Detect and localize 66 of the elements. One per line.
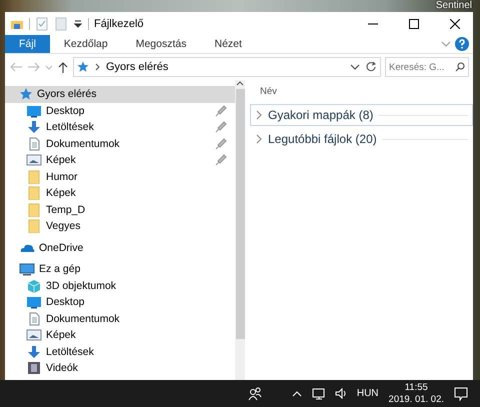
speaker-icon[interactable]	[334, 387, 347, 400]
maximize-icon	[409, 18, 419, 28]
picture-icon	[26, 328, 42, 342]
people-icon[interactable]	[248, 386, 262, 400]
navigation-item[interactable]: 3D objektumok	[5, 278, 235, 294]
navigation-item[interactable]: Képek	[5, 152, 235, 168]
navigation-item[interactable]: Képek	[5, 327, 235, 344]
navigation-item[interactable]: Vegyes	[5, 218, 235, 234]
navigation-item[interactable]: Dokumentumok	[5, 310, 235, 327]
chevron-right-icon	[255, 134, 263, 144]
navigation-item[interactable]: OneDrive	[5, 240, 235, 256]
close-icon	[450, 18, 460, 28]
ribbon-tab[interactable]: Kezdőlap	[50, 35, 122, 53]
clock-time[interactable]: 11:55	[404, 382, 428, 394]
address-field[interactable]: Gyors elérés	[73, 57, 381, 77]
navigation-item[interactable]: Desktop	[5, 294, 235, 310]
window-title: Fájlkezelő	[94, 18, 144, 30]
star-icon	[77, 61, 89, 73]
navigation-item[interactable]: Képek	[5, 185, 235, 202]
down-arrow-icon	[26, 344, 42, 359]
scroll-up-icon	[236, 80, 244, 87]
picture-icon	[26, 153, 42, 168]
dropdown-icon[interactable]	[73, 18, 83, 30]
star-icon	[19, 87, 33, 102]
up-arrow-icon[interactable]	[57, 61, 69, 73]
column-header[interactable]: Név	[250, 84, 473, 104]
navigation-item[interactable]: Letöltések	[5, 119, 235, 136]
navigation-item[interactable]: Humor	[5, 168, 235, 185]
folder-icon	[26, 170, 42, 184]
chevron-right-icon	[255, 110, 263, 120]
desktop-icon-label[interactable]: Sentinel	[436, 0, 472, 11]
navigation-item[interactable]: Desktop	[5, 102, 235, 119]
group-header[interactable]: Gyakori mappák (8)	[250, 104, 473, 126]
ribbon-tab[interactable]: Fájl	[5, 35, 50, 53]
network-icon[interactable]	[312, 387, 325, 400]
folder-icon	[26, 186, 42, 200]
ribbon-tab[interactable]: Nézet	[200, 35, 256, 53]
search-field[interactable]: Keresés: G...	[385, 57, 469, 77]
notification-icon[interactable]	[454, 386, 468, 400]
navigation-item[interactable]: Gyors elérés	[5, 86, 235, 102]
computer-icon	[19, 262, 35, 276]
navigation-item[interactable]: Letöltések	[5, 344, 235, 360]
ribbon-tab[interactable]: Megosztás	[122, 35, 200, 53]
down-arrow-icon	[26, 120, 42, 134]
folder-icon	[26, 202, 42, 217]
scrollbar[interactable]	[235, 80, 245, 380]
navigation-item[interactable]: Temp_D	[5, 202, 235, 218]
language-indicator[interactable]: HUN	[356, 388, 379, 399]
folder-icon	[26, 219, 42, 234]
cube-icon	[26, 278, 42, 293]
clock-date[interactable]: 2019. 01. 02.	[388, 394, 444, 406]
address-path: Gyors elérés	[106, 61, 170, 73]
chevron-up-icon[interactable]	[292, 388, 302, 398]
chevron-right-icon	[94, 62, 101, 72]
film-icon	[26, 361, 42, 376]
search-icon	[455, 62, 465, 72]
monitor-icon	[26, 104, 42, 118]
chevron-down-icon[interactable]	[350, 62, 360, 72]
navigation-item[interactable]: Ez a gép	[5, 261, 235, 278]
expand-ribbon-icon[interactable]	[441, 39, 451, 49]
help-icon[interactable]	[455, 37, 469, 51]
refresh-icon[interactable]	[365, 61, 377, 73]
navigation-item[interactable]: Dokumentumok	[5, 136, 235, 152]
navigation-item[interactable]: Videók	[5, 360, 235, 376]
monitor-icon	[26, 295, 42, 310]
group-header[interactable]: Legutóbbi fájlok (20)	[250, 128, 473, 150]
